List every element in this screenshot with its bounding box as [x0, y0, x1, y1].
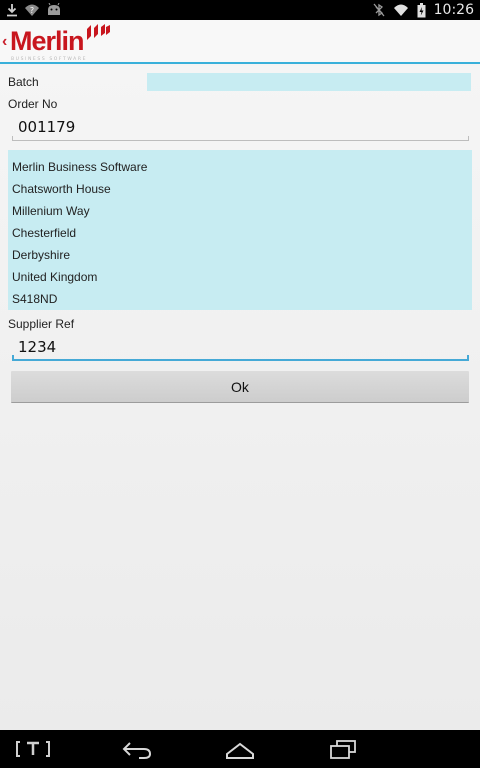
logo-mark-icon [87, 24, 110, 40]
supplier-ref-tick-left [12, 355, 14, 361]
bluetooth-off-icon [373, 3, 385, 17]
supplier-ref-tick-right [467, 355, 469, 361]
logo-text: Merlin [10, 26, 85, 56]
svg-text:?: ? [30, 6, 34, 15]
order-no-label: Order No [8, 97, 58, 111]
merlin-logo[interactable]: Merlin BUSINESS SOFTWARE [10, 22, 120, 62]
keyboard-bracket-icon[interactable] [16, 738, 50, 760]
battery-charging-icon [417, 2, 426, 17]
android-icon [48, 3, 60, 15]
address-line: Chesterfield [12, 226, 77, 240]
order-no-tick-right [468, 136, 469, 141]
status-bar: ? 10:26 [0, 0, 480, 20]
address-line: Chatsworth House [12, 182, 111, 196]
order-no-underline [12, 140, 469, 141]
status-right-icons: 10:26 [373, 2, 474, 18]
supplier-ref-label: Supplier Ref [8, 317, 75, 331]
download-icon [7, 4, 17, 17]
supplier-address-block: Merlin Business Software Chatsworth Hous… [8, 150, 472, 310]
address-line: Derbyshire [12, 248, 71, 262]
address-line: Millenium Way [12, 204, 90, 218]
order-no-tick-left [12, 136, 13, 141]
supplier-ref-underline [12, 359, 469, 361]
order-no-value: 001179 [18, 118, 76, 136]
address-line: Merlin Business Software [12, 160, 148, 174]
app-header: ‹ Merlin BUSINESS SOFTWARE [0, 20, 480, 64]
logo-subtitle: BUSINESS SOFTWARE [11, 57, 88, 62]
wifi-question-icon: ? [25, 4, 39, 16]
status-time: 10:26 [433, 2, 474, 18]
supplier-ref-value: 1234 [18, 338, 57, 356]
back-icon[interactable] [121, 738, 153, 760]
ok-button[interactable]: Ok [11, 371, 469, 403]
address-line: S418ND [12, 292, 58, 306]
recent-apps-icon[interactable] [328, 738, 358, 760]
chevron-left-icon[interactable]: ‹ [2, 33, 7, 51]
address-line: United Kingdom [12, 270, 98, 284]
order-no-input[interactable]: 001179 [12, 113, 469, 141]
wifi-icon [393, 4, 408, 16]
batch-field[interactable] [147, 73, 471, 91]
main-content: Batch Order No 001179 Merlin Business So… [0, 66, 480, 730]
system-nav-bar [0, 730, 480, 768]
home-icon[interactable] [224, 738, 256, 760]
batch-label: Batch [8, 75, 39, 89]
status-left-icons: ? [6, 2, 62, 18]
supplier-ref-input[interactable]: 1234 [12, 333, 469, 361]
